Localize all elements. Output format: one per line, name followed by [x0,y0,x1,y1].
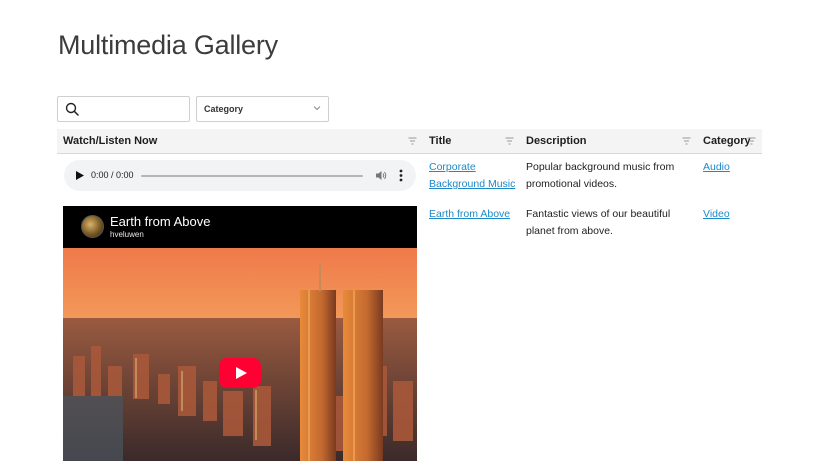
audio-progress-bar[interactable] [141,175,363,177]
search-box[interactable] [57,96,190,122]
title-link-video[interactable]: Earth from Above [429,206,510,223]
sort-icon[interactable] [505,137,514,145]
table-header: Watch/Listen Now Title Description Categ… [57,129,762,154]
chevron-down-icon [313,106,321,111]
channel-name[interactable]: hveluwen [110,230,144,239]
description-line: planet from above. [526,225,613,237]
description-video: Fantastic views of our beautiful planet … [526,206,670,240]
volume-icon[interactable] [376,170,387,181]
youtube-play-icon[interactable] [219,358,261,388]
category-link-video[interactable]: Video [703,206,730,223]
column-header-watch[interactable]: Watch/Listen Now [63,135,157,147]
avatar[interactable] [81,215,104,238]
title-link-audio[interactable]: Corporate Background Music [429,159,515,193]
video-player[interactable]: Earth from Above hveluwen [63,206,417,461]
sort-icon[interactable] [408,137,417,145]
more-vert-icon[interactable] [399,169,403,182]
sort-icon[interactable] [682,137,691,145]
search-icon [65,102,79,116]
page-title: Multimedia Gallery [58,30,278,60]
video-top-bar: Earth from Above hveluwen [63,206,417,248]
description-audio: Popular background music from promotiona… [526,159,674,193]
column-header-title[interactable]: Title [429,135,451,147]
video-title[interactable]: Earth from Above [110,214,210,229]
media-table: Watch/Listen Now Title Description Categ… [57,129,762,154]
column-header-category[interactable]: Category [703,135,751,147]
title-line[interactable]: Corporate [429,159,515,176]
category-select[interactable]: Category [196,96,329,122]
sort-icon[interactable] [747,137,756,145]
category-link-audio[interactable]: Audio [703,159,730,176]
description-line: Popular background music from [526,161,675,173]
audio-time: 0:00 / 0:00 [91,170,134,180]
description-line: Fantastic views of our beautiful [526,208,671,220]
category-select-label: Category [204,104,244,114]
play-triangle [236,367,247,379]
description-line: promotional videos. [526,178,618,190]
title-line[interactable]: Background Music [429,176,515,193]
search-input[interactable] [84,99,184,119]
play-icon[interactable] [76,171,84,180]
audio-player[interactable]: 0:00 / 0:00 [64,160,416,191]
column-header-description[interactable]: Description [526,135,587,147]
